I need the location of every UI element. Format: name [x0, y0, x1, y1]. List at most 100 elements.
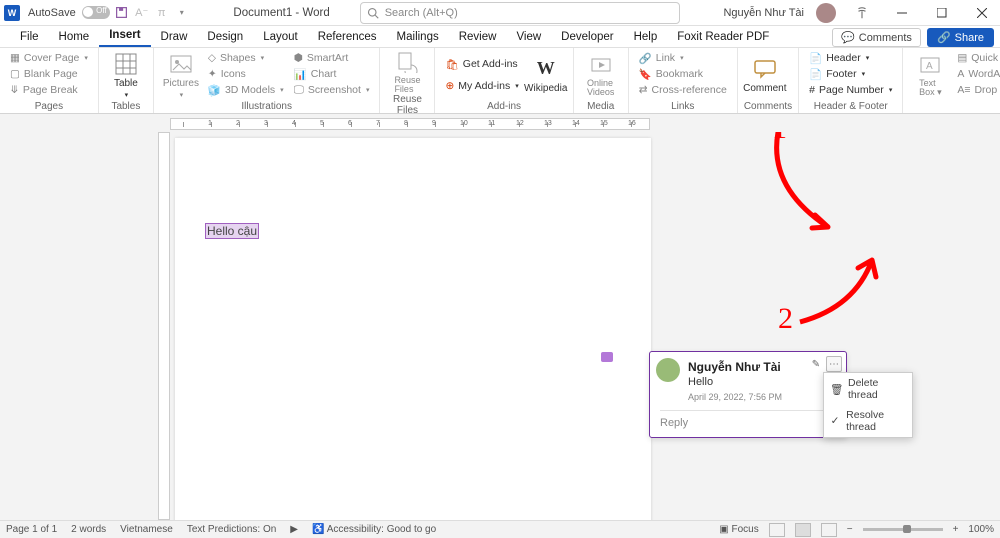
autosave-label: AutoSave — [28, 7, 76, 19]
search-icon — [367, 7, 379, 19]
pictures-button[interactable]: Pictures▾ — [160, 50, 202, 100]
bookmark-button[interactable]: 🔖 Bookmark — [635, 66, 731, 82]
delete-thread-item[interactable]: 🗑 Delete thread — [824, 373, 912, 405]
wordart-button[interactable]: A WordArt▾ — [953, 66, 1000, 82]
print-layout-button[interactable] — [795, 523, 811, 537]
zoom-level[interactable]: 100% — [968, 524, 994, 535]
zoom-out-button[interactable]: − — [847, 524, 853, 535]
status-language[interactable]: Vietnamese — [120, 524, 173, 535]
search-input[interactable]: Search (Alt+Q) — [360, 2, 680, 24]
zoom-slider[interactable] — [863, 528, 943, 531]
3d-models-button[interactable]: 🧊 3D Models▾ — [204, 82, 288, 98]
comment-button[interactable]: Comment — [744, 50, 786, 100]
cross-reference-button[interactable]: ⇄ Cross-reference — [635, 82, 731, 98]
comment-body: Hello — [688, 376, 836, 388]
vertical-ruler[interactable] — [158, 132, 170, 520]
comment-timestamp: April 29, 2022, 7:56 PM — [688, 392, 836, 402]
qat-font-icon[interactable]: A⁻ — [134, 5, 150, 21]
read-mode-button[interactable] — [769, 523, 785, 537]
shapes-button[interactable]: ◇ Shapes▾ — [204, 50, 288, 66]
ribbon: ▦ Cover Page▾ ▢ Blank Page ⤋ Page Break … — [0, 48, 1000, 114]
autosave-toggle[interactable]: Off — [82, 6, 110, 19]
comment-edit-icon[interactable]: ✎ — [808, 356, 824, 372]
resolve-thread-item[interactable]: ✓ Resolve thread — [824, 405, 912, 437]
tab-review[interactable]: Review — [449, 28, 507, 47]
quick-parts-button[interactable]: ▤ Quick Parts▾ — [953, 50, 1000, 66]
status-bar: Page 1 of 1 2 words Vietnamese Text Pred… — [0, 520, 1000, 538]
tab-layout[interactable]: Layout — [253, 28, 308, 47]
reuse-files-button[interactable]: ReuseFiles — [386, 50, 428, 94]
get-addins-button[interactable]: 🛍 Get Add-ins — [441, 56, 522, 72]
tab-design[interactable]: Design — [197, 28, 253, 47]
comment-icon — [753, 57, 777, 81]
tab-mailings[interactable]: Mailings — [387, 28, 449, 47]
focus-mode-button[interactable]: ▣ Focus — [719, 524, 758, 535]
screenshot-button[interactable]: 🖵 Screenshot▾ — [290, 82, 374, 98]
trash-icon: 🗑 — [830, 383, 842, 396]
ribbon-display-icon[interactable] — [848, 0, 876, 26]
comments-button[interactable]: 💬Comments — [832, 28, 921, 47]
status-page[interactable]: Page 1 of 1 — [6, 524, 57, 535]
tab-foxit[interactable]: Foxit Reader PDF — [667, 28, 779, 47]
svg-text:A: A — [926, 61, 933, 72]
page-break-button[interactable]: ⤋ Page Break — [6, 82, 92, 98]
text-box-button[interactable]: A TextBox ▾ — [909, 50, 951, 100]
user-avatar[interactable] — [816, 3, 836, 23]
save-icon[interactable] — [114, 5, 130, 21]
horizontal-ruler[interactable]: 12345678910111213141516 — [0, 116, 1000, 132]
annotation-number-1: 1 — [772, 132, 787, 146]
check-icon: ✓ — [830, 415, 840, 427]
tab-insert[interactable]: Insert — [99, 26, 150, 47]
online-videos-button[interactable]: OnlineVideos — [580, 50, 622, 100]
tab-help[interactable]: Help — [624, 28, 668, 47]
header-button[interactable]: 📄 Header▾ — [805, 50, 896, 66]
table-button[interactable]: Table▾ — [105, 50, 147, 100]
page-number-button[interactable]: # Page Number▾ — [805, 82, 896, 98]
icons-button[interactable]: ✦ Icons — [204, 66, 288, 82]
footer-button[interactable]: 📄 Footer▾ — [805, 66, 896, 82]
comment-bubble-icon: 💬 — [841, 31, 855, 44]
share-button[interactable]: 🔗Share — [927, 28, 994, 47]
pictures-icon — [169, 52, 193, 76]
link-button[interactable]: 🔗 Link▾ — [635, 50, 731, 66]
status-words[interactable]: 2 words — [71, 524, 106, 535]
cover-page-button[interactable]: ▦ Cover Page▾ — [6, 50, 92, 66]
tab-developer[interactable]: Developer — [551, 28, 623, 47]
tab-view[interactable]: View — [506, 28, 551, 47]
status-macro-icon[interactable]: ▶ — [290, 524, 298, 535]
word-app-icon: W — [4, 5, 20, 21]
reuse-icon — [395, 50, 419, 74]
tab-file[interactable]: File — [10, 28, 49, 47]
user-name: Nguyễn Như Tài — [723, 7, 804, 19]
qat-equation-icon[interactable]: π — [154, 5, 170, 21]
maximize-button[interactable] — [928, 0, 956, 26]
tab-home[interactable]: Home — [49, 28, 100, 47]
smartart-button[interactable]: ⬢ SmartArt — [290, 50, 374, 66]
commented-text-selection[interactable]: Hello cậu — [205, 223, 259, 239]
wikipedia-icon: W — [534, 57, 558, 81]
ribbon-tabs: File Home Insert Draw Design Layout Refe… — [0, 26, 1000, 48]
chart-button[interactable]: 📊 Chart — [290, 66, 374, 82]
web-layout-button[interactable] — [821, 523, 837, 537]
drop-cap-button[interactable]: A≡ Drop Cap▾ — [953, 82, 1000, 98]
minimize-button[interactable] — [888, 0, 916, 26]
comment-avatar — [656, 358, 680, 382]
comment-anchor-icon[interactable] — [601, 352, 613, 362]
qat-customize-icon[interactable]: ▾ — [174, 5, 190, 21]
comment-more-button[interactable]: ⋯ — [826, 356, 842, 372]
status-accessibility[interactable]: ♿ Accessibility: Good to go — [312, 524, 436, 535]
blank-page-button[interactable]: ▢ Blank Page — [6, 66, 92, 82]
close-button[interactable] — [968, 0, 996, 26]
comment-card[interactable]: ✎ ⋯ Nguyễn Như Tài Hello April 29, 2022,… — [649, 351, 847, 438]
document-page[interactable]: Hello cậu — [175, 138, 651, 520]
status-predictions[interactable]: Text Predictions: On — [187, 524, 276, 535]
my-addins-button[interactable]: ⊕ My Add-ins▾ — [441, 78, 522, 94]
group-pages-label: Pages — [6, 101, 92, 113]
comment-context-menu: 🗑 Delete thread ✓ Resolve thread — [823, 372, 913, 438]
comment-reply-input[interactable]: Reply — [660, 410, 836, 433]
tab-references[interactable]: References — [308, 28, 387, 47]
video-icon — [589, 53, 613, 77]
zoom-in-button[interactable]: + — [953, 524, 959, 535]
wikipedia-button[interactable]: W Wikipedia — [525, 50, 567, 100]
tab-draw[interactable]: Draw — [151, 28, 198, 47]
